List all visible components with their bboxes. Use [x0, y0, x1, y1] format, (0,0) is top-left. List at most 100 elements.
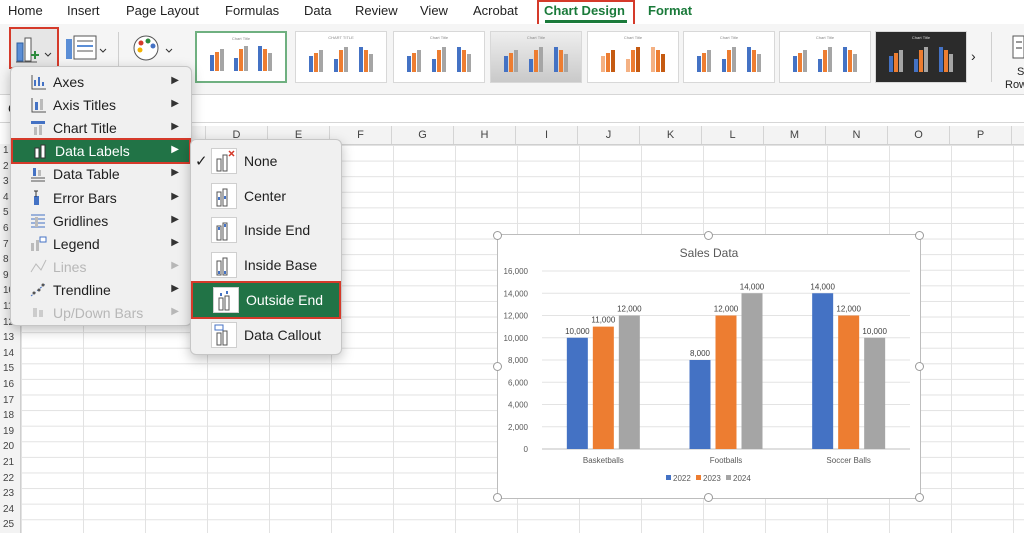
col-header[interactable]: H: [454, 126, 516, 144]
legend-swatch: [666, 475, 671, 480]
data-label-position-icon: [211, 217, 237, 244]
legend-entry: 2022: [673, 474, 691, 483]
chart-style-6[interactable]: Chart Title: [683, 31, 775, 83]
row-header[interactable]: 22: [0, 473, 20, 484]
resize-handle[interactable]: [915, 231, 924, 240]
row-header[interactable]: 13: [0, 332, 20, 343]
submenu-arrow-icon: ▶: [171, 236, 179, 248]
row-header[interactable]: 24: [0, 504, 20, 515]
add-chart-element-button[interactable]: [9, 27, 59, 69]
lines-icon: [30, 259, 47, 273]
menu-item-data-table[interactable]: Data Table ▶: [11, 163, 189, 185]
data-label: 12,000: [836, 305, 861, 314]
row-header[interactable]: 17: [0, 395, 20, 406]
menu-item-data-labels[interactable]: Data Labels ▶: [11, 138, 191, 165]
submenu-item-label: Inside End: [244, 222, 311, 239]
resize-handle[interactable]: [493, 231, 502, 240]
row-header[interactable]: 14: [0, 348, 20, 359]
tab-home[interactable]: Home: [8, 3, 43, 18]
menu-item-lines: Lines ▶: [11, 256, 189, 278]
tab-review[interactable]: Review: [355, 3, 398, 18]
resize-handle[interactable]: [915, 362, 924, 371]
menu-item-up-down-bars: Up/Down Bars ▶: [11, 302, 189, 324]
menu-item-trendline[interactable]: Trendline ▶: [11, 279, 189, 301]
up-down-bars-icon: [33, 308, 43, 317]
col-header[interactable]: M: [764, 126, 826, 144]
menu-item-chart-title[interactable]: Chart Title ▶: [11, 117, 189, 139]
data-labels-option-none[interactable]: ✓ None: [191, 144, 341, 178]
change-colors-icon[interactable]: [130, 33, 176, 65]
data-labels-option-center[interactable]: Center: [191, 179, 341, 213]
resize-handle[interactable]: [493, 362, 502, 371]
row-header[interactable]: 19: [0, 426, 20, 437]
row-header[interactable]: 20: [0, 441, 20, 452]
data-label-position-icon: [211, 182, 237, 209]
submenu-arrow-icon: ▶: [171, 306, 179, 317]
tab-formulas[interactable]: Formulas: [225, 3, 279, 18]
y-tick-label: 4,000: [508, 401, 529, 410]
tab-page-layout[interactable]: Page Layout: [126, 3, 199, 18]
y-tick-label: 10,000: [504, 334, 529, 343]
menu-item-legend[interactable]: Legend ▶: [11, 233, 189, 255]
tab-highlight-frame: [537, 0, 635, 26]
resize-handle[interactable]: [704, 493, 713, 502]
bar: [566, 337, 588, 449]
submenu-item-label: Inside Base: [244, 257, 318, 274]
x-tick-label: Soccer Balls: [826, 456, 870, 465]
chart-style-8[interactable]: Chart Title: [875, 31, 967, 83]
data-labels-icon: [34, 144, 46, 159]
more-styles-chevron-icon[interactable]: ›: [971, 48, 976, 64]
row-header[interactable]: 16: [0, 379, 20, 390]
menu-item-label: Axis Titles: [53, 97, 117, 114]
col-header[interactable]: G: [392, 126, 454, 144]
chart-style-2[interactable]: CHART TITLE: [295, 31, 387, 83]
col-header[interactable]: P: [950, 126, 1012, 144]
data-labels-option-inside-end[interactable]: Inside End: [191, 213, 341, 247]
submenu-arrow-icon: ▶: [171, 121, 179, 133]
bar: [741, 293, 763, 449]
switch-row-column-icon[interactable]: [1012, 34, 1024, 62]
tab-acrobat[interactable]: Acrobat: [473, 3, 518, 18]
chart-style-5[interactable]: Chart Title: [587, 31, 679, 83]
menu-item-error-bars[interactable]: Error Bars ▶: [11, 187, 189, 209]
tab-view[interactable]: View: [420, 3, 448, 18]
chart-object[interactable]: Sales Data 0 2,000 4,000 6,000 8,000 10,000 12,…: [497, 234, 921, 499]
data-table-icon: [31, 168, 45, 182]
col-header[interactable]: J: [578, 126, 640, 144]
switch-row-label-2[interactable]: Row: [1005, 79, 1024, 91]
tab-format[interactable]: Format: [648, 3, 692, 18]
col-header[interactable]: O: [888, 126, 950, 144]
data-labels-option-outside-end[interactable]: Outside End: [191, 280, 341, 319]
resize-handle[interactable]: [704, 231, 713, 240]
data-labels-option-inside-base[interactable]: Inside Base: [191, 248, 341, 282]
resize-handle[interactable]: [915, 493, 924, 502]
bar: [592, 326, 614, 449]
col-header[interactable]: K: [640, 126, 702, 144]
chart-style-3[interactable]: Chart Title: [393, 31, 485, 83]
bar: [864, 337, 886, 449]
chart-style-7[interactable]: Chart Title: [779, 31, 871, 83]
menu-item-gridlines[interactable]: Gridlines ▶: [11, 210, 189, 232]
data-labels-option-data-callout[interactable]: Data Callout: [191, 318, 341, 352]
resize-handle[interactable]: [493, 493, 502, 502]
quick-layout-icon[interactable]: [64, 33, 110, 65]
switch-row-label-1[interactable]: S: [1017, 66, 1024, 78]
chart-title: Sales Data: [680, 246, 739, 260]
axis-titles-icon: [31, 98, 46, 113]
menu-item-axis-titles[interactable]: Axis Titles ▶: [11, 94, 189, 116]
row-header[interactable]: 18: [0, 410, 20, 421]
tab-data[interactable]: Data: [304, 3, 331, 18]
row-header[interactable]: 25: [0, 519, 20, 530]
tab-insert[interactable]: Insert: [67, 3, 100, 18]
row-header[interactable]: 23: [0, 488, 20, 499]
chart-style-1[interactable]: Chart Title: [195, 31, 287, 83]
row-header[interactable]: 21: [0, 457, 20, 468]
col-header[interactable]: I: [516, 126, 578, 144]
menu-item-label: Data Table: [53, 166, 120, 183]
col-header[interactable]: L: [702, 126, 764, 144]
bar: [715, 315, 737, 449]
chart-style-4[interactable]: Chart Title: [490, 31, 582, 83]
menu-item-axes[interactable]: Axes ▶: [11, 71, 189, 93]
col-header[interactable]: N: [826, 126, 888, 144]
row-header[interactable]: 15: [0, 363, 20, 374]
